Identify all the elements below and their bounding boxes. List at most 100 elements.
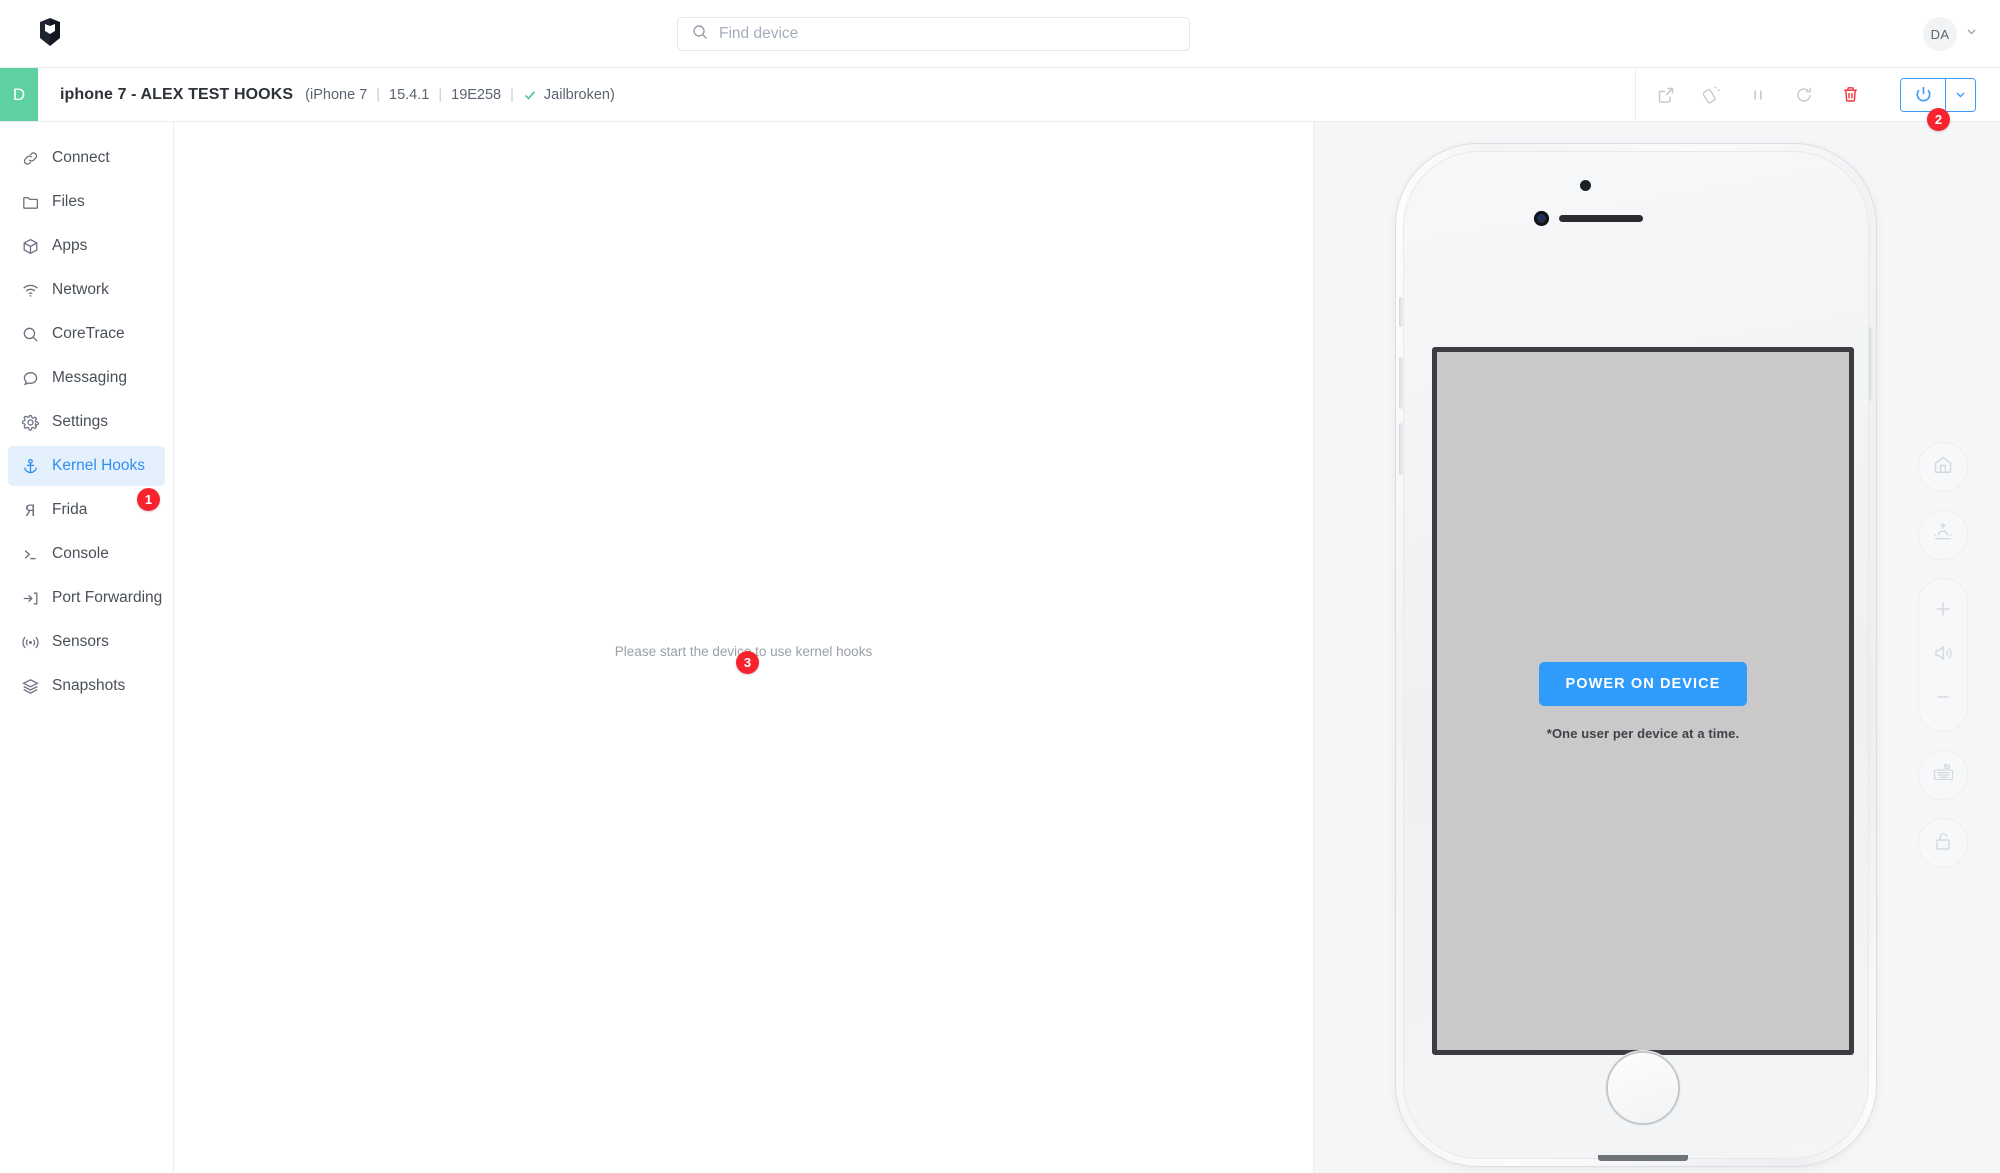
device-build: 19E258	[451, 86, 502, 103]
device-separator-3: |	[510, 86, 514, 103]
sidebar-item-connect[interactable]: Connect	[8, 138, 165, 178]
sidebar-item-coretrace[interactable]: CoreTrace	[8, 314, 165, 354]
phone-body: POWER ON DEVICE *One user per device at …	[1399, 151, 1873, 1161]
sidebar-item-label: Port Forwarding	[52, 589, 163, 606]
annotation-badge-2: 2	[1927, 108, 1950, 131]
sidebar-item-console[interactable]: Console	[8, 534, 165, 574]
device-os-version: 15.4.1	[389, 86, 430, 103]
lightning-port-icon	[1598, 1155, 1688, 1161]
pause-device-button[interactable]	[1746, 83, 1770, 107]
top-bar: DA	[0, 0, 2000, 68]
sidebar-item-files[interactable]: Files	[8, 182, 165, 222]
sidebar-item-network[interactable]: Network	[8, 270, 165, 310]
proximity-sensor-icon	[1580, 180, 1591, 191]
sidebar-item-label: Messaging	[52, 369, 127, 386]
chevron-down-icon[interactable]	[1965, 25, 1978, 43]
folder-icon	[20, 192, 40, 212]
mute-button[interactable]	[1918, 633, 1968, 677]
search-input[interactable]	[719, 25, 1175, 43]
wifi-icon	[20, 280, 40, 300]
power-button-group	[1900, 77, 1976, 112]
volume-down-side-button	[1399, 423, 1403, 475]
home-button-hardware[interactable]	[1606, 1051, 1680, 1125]
link-icon	[20, 148, 40, 168]
login-arrow-icon	[20, 588, 40, 608]
main-content: Please start the device to use kernel ho…	[174, 122, 1313, 1173]
user-menu[interactable]: DA	[1923, 14, 1978, 54]
phone-frame: POWER ON DEVICE *One user per device at …	[1396, 144, 1876, 1166]
device-swatch: D	[0, 68, 38, 121]
sidebar-item-label: Apps	[52, 237, 88, 254]
check-icon	[523, 88, 537, 102]
device-meta: iphone 7 - ALEX TEST HOOKS ( iPhone 7 | …	[38, 68, 1635, 121]
device-swatch-letter: D	[12, 84, 26, 104]
frida-icon: Я	[24, 500, 36, 520]
power-options-button[interactable]	[1945, 78, 1975, 111]
search-container	[677, 17, 1190, 51]
power-on-device-button[interactable]: POWER ON DEVICE	[1539, 661, 1747, 706]
device-screen[interactable]: POWER ON DEVICE *One user per device at …	[1432, 347, 1854, 1055]
search-icon	[20, 324, 40, 344]
device-title: iphone 7 - ALEX TEST HOOKS	[60, 85, 294, 103]
minus-icon	[1933, 687, 1953, 712]
sidebar-item-label: Kernel Hooks	[52, 457, 146, 474]
earpiece-speaker-icon	[1559, 215, 1643, 222]
sidebar-item-label: Console	[52, 545, 109, 562]
lock-button[interactable]	[1918, 818, 1968, 868]
restart-device-button[interactable]	[1792, 83, 1816, 107]
sidebar-item-label: Frida	[52, 501, 88, 518]
power-side-button	[1869, 327, 1873, 401]
sidebar-item-label: Settings	[52, 413, 109, 430]
app-logo[interactable]	[30, 14, 70, 54]
signal-icon	[20, 632, 40, 652]
device-subtitle: ( iPhone 7 | 15.4.1 | 19E258 | Jailbroke…	[305, 87, 615, 103]
sidebar-item-label: CoreTrace	[52, 325, 125, 342]
sidebar-item-sensors[interactable]: Sensors	[8, 622, 165, 662]
device-controls-rail	[1918, 442, 1968, 868]
sunrise-icon	[1932, 522, 1954, 549]
search-box[interactable]	[677, 17, 1190, 51]
rotate-device-button[interactable]	[1700, 83, 1724, 107]
sidebar-item-kernel-hooks[interactable]: Kernel Hooks	[8, 446, 165, 486]
annotation-badge-3: 3	[736, 651, 759, 674]
power-button[interactable]	[1901, 78, 1945, 111]
layers-icon	[20, 676, 40, 696]
sidebar-item-snapshots[interactable]: Snapshots	[8, 666, 165, 706]
sidebar-item-messaging[interactable]: Messaging	[8, 358, 165, 398]
corellium-logo-icon	[37, 17, 63, 52]
device-separator-2: |	[438, 86, 443, 103]
sidebar-item-label: Snapshots	[52, 677, 126, 694]
device-usage-note: *One user per device at a time.	[1546, 725, 1740, 741]
device-jailbreak-status: Jailbroken)	[543, 86, 615, 103]
sidebar-item-label: Connect	[52, 149, 110, 166]
sidebar-item-settings[interactable]: Settings	[8, 402, 165, 442]
gear-icon	[20, 412, 40, 432]
device-model: iPhone 7	[309, 86, 368, 103]
cube-icon	[20, 236, 40, 256]
keyboard-icon	[1932, 761, 1955, 789]
avatar[interactable]: DA	[1923, 17, 1957, 51]
sidebar-item-port-forwarding[interactable]: Port Forwarding	[8, 578, 165, 618]
keyboard-button[interactable]	[1918, 750, 1968, 800]
home-button[interactable]	[1918, 442, 1968, 492]
sidebar: Connect Files Apps Network CoreTrace Mes…	[0, 122, 174, 1173]
anchor-icon	[20, 456, 40, 476]
terminal-icon	[20, 544, 40, 564]
avatar-initials: DA	[1930, 26, 1950, 42]
delete-device-button[interactable]	[1838, 83, 1862, 107]
volume-up-side-button	[1399, 357, 1403, 409]
speaker-icon	[1932, 642, 1954, 669]
plus-icon	[1933, 599, 1953, 624]
volume-down-button[interactable]	[1918, 677, 1968, 721]
sidebar-item-label: Sensors	[52, 633, 109, 650]
open-external-button[interactable]	[1654, 83, 1678, 107]
device-header-bar: D iphone 7 - ALEX TEST HOOKS ( iPhone 7 …	[0, 68, 2000, 122]
volume-up-button[interactable]	[1918, 589, 1968, 633]
sidebar-item-label: Files	[52, 193, 85, 210]
home-icon	[1932, 454, 1954, 481]
brightness-button[interactable]	[1918, 510, 1968, 560]
device-preview-panel: POWER ON DEVICE *One user per device at …	[1313, 122, 2000, 1173]
search-icon	[692, 24, 719, 45]
device-separator-1: |	[376, 86, 381, 103]
sidebar-item-apps[interactable]: Apps	[8, 226, 165, 266]
